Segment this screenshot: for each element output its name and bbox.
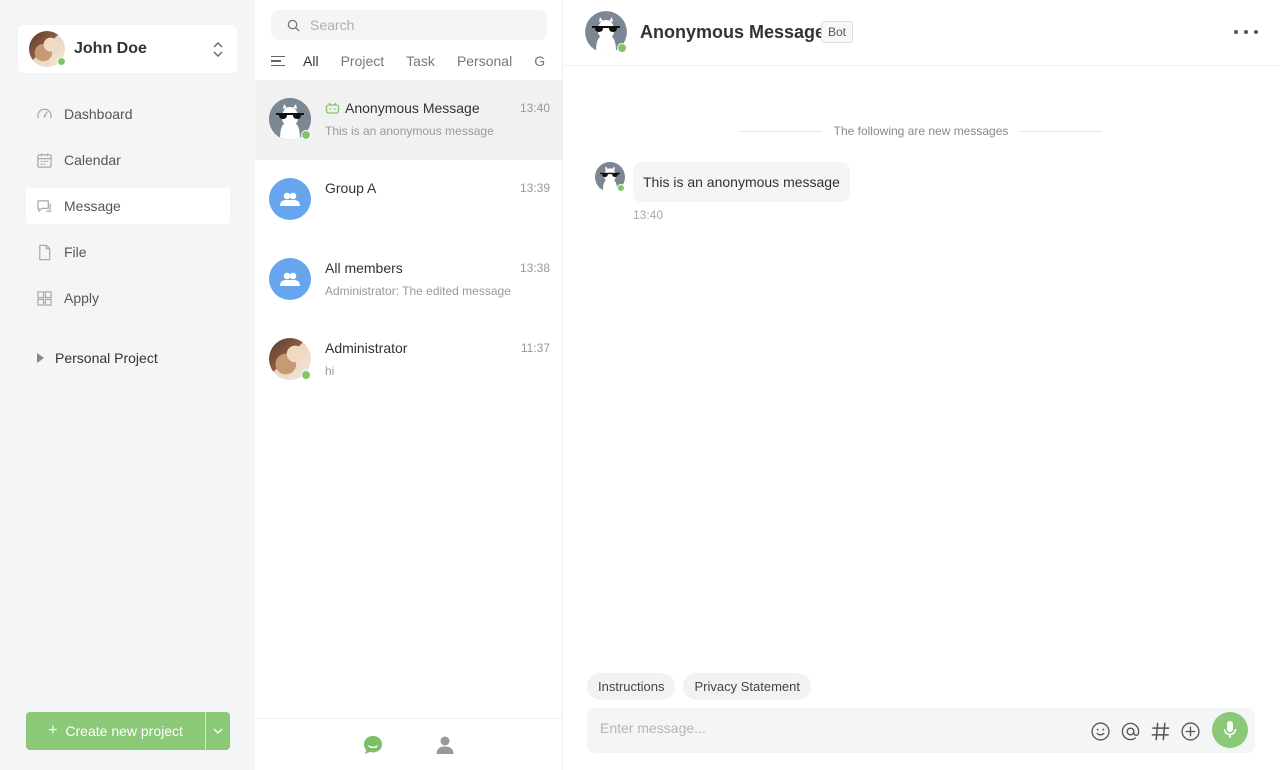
create-project-label: Create new project (65, 723, 183, 739)
search-icon (287, 19, 300, 32)
personal-project-toggle[interactable]: Personal Project (37, 350, 158, 366)
nav-item-message[interactable]: Message (26, 188, 230, 224)
nav-item-label: Message (64, 198, 121, 214)
online-status-dot (301, 130, 311, 140)
tab-all[interactable]: All (303, 53, 319, 69)
nav-item-dashboard[interactable]: Dashboard (26, 96, 230, 132)
instructions-button[interactable]: Instructions (587, 673, 676, 700)
file-icon (35, 243, 53, 261)
conversation-preview: hi (325, 364, 335, 378)
project-section-label: Personal Project (55, 350, 158, 366)
conversation-title-text: Administrator (325, 340, 408, 356)
plus-icon: + (48, 722, 58, 739)
emoji-icon[interactable] (1089, 720, 1111, 742)
tab-project[interactable]: Project (341, 53, 385, 69)
online-status-dot (617, 43, 627, 53)
calendar-icon (35, 151, 53, 169)
nav-item-calendar[interactable]: Calendar (26, 142, 230, 178)
more-dot (1244, 30, 1248, 34)
tab-group[interactable]: G (534, 53, 545, 69)
conversation-title-text: Anonymous Message (345, 100, 480, 116)
create-project-dropdown[interactable] (205, 712, 230, 750)
user-name: John Doe (74, 40, 147, 57)
tab-task[interactable]: Task (406, 53, 435, 69)
conversation-item[interactable]: All members 13:38 Administrator: The edi… (255, 240, 562, 320)
chevron-down-icon (213, 728, 223, 734)
nav-item-label: Dashboard (64, 106, 133, 122)
apps-icon (35, 289, 53, 307)
conversation-time: 13:40 (519, 101, 550, 115)
conversation-title-text: All members (325, 260, 403, 276)
contacts-icon[interactable] (434, 734, 456, 756)
list-footer (255, 718, 562, 770)
more-dot (1234, 30, 1238, 34)
voice-record-button[interactable] (1212, 712, 1248, 748)
message-input[interactable] (600, 720, 1070, 736)
main-nav: Dashboard Calendar Message File Apply (26, 96, 230, 326)
conversation-title-text: Group A (325, 180, 377, 196)
microphone-icon (1223, 721, 1237, 738)
conversation-time: 11:37 (520, 341, 550, 355)
nav-item-label: File (64, 244, 87, 260)
online-status-dot (301, 370, 311, 380)
caret-right-icon (37, 353, 44, 363)
message-text: This is an anonymous message (643, 174, 840, 190)
add-circle-icon[interactable] (1179, 720, 1201, 742)
chevron-updown-icon (212, 40, 224, 58)
tab-personal[interactable]: Personal (457, 53, 512, 69)
create-project-group: + Create new project (26, 712, 230, 750)
avatar (29, 31, 66, 67)
bot-icon (325, 102, 340, 114)
nav-item-apply[interactable]: Apply (26, 280, 230, 316)
mention-icon[interactable] (1119, 720, 1141, 742)
create-project-button[interactable]: + Create new project (26, 712, 205, 750)
conversation-filter-tabs: All Project Task Personal G (271, 50, 563, 72)
sidebar: John Doe Dashboard Calendar Message File… (0, 0, 255, 770)
conversation-title: Anonymous Message (325, 100, 480, 116)
online-status-dot (617, 184, 625, 192)
menu-icon[interactable] (271, 55, 285, 67)
conversation-title: Group A (325, 180, 376, 196)
group-icon (280, 272, 300, 286)
conversation-item[interactable]: Group A 13:39 (255, 160, 562, 240)
group-icon (280, 192, 300, 206)
dashboard-icon (35, 105, 53, 123)
chat-panel: Anonymous Message Bot The following are … (564, 0, 1280, 770)
bot-badge: Bot (821, 21, 854, 43)
more-options-button[interactable] (1234, 22, 1258, 42)
conversation-title: Administrator (325, 340, 407, 356)
conversation-item[interactable]: Administrator 11:37 hi (255, 320, 562, 400)
conversation-preview: Administrator: The edited message (325, 284, 511, 298)
conversation-time: 13:38 (519, 261, 550, 275)
more-dot (1254, 30, 1258, 34)
group-avatar (269, 178, 311, 220)
hashtag-icon[interactable] (1149, 720, 1171, 742)
quick-actions: Instructions Privacy Statement (587, 673, 811, 700)
chat-title: Anonymous Message (640, 22, 826, 42)
message-composer (587, 708, 1255, 753)
divider-line (1020, 130, 1103, 132)
conversation-preview: This is an anonymous message (325, 124, 494, 138)
online-status-dot (57, 57, 66, 66)
new-messages-divider: The following are new messages (740, 124, 1103, 138)
privacy-statement-button[interactable]: Privacy Statement (683, 673, 811, 700)
conversation-title: All members (325, 260, 403, 276)
user-switcher[interactable]: John Doe (18, 25, 237, 73)
search-input[interactable] (310, 17, 530, 33)
nav-item-file[interactable]: File (26, 234, 230, 270)
conversation-item[interactable]: Anonymous Message 13:40 This is an anony… (255, 80, 562, 160)
search-box (271, 10, 547, 40)
conversation-list-panel: All Project Task Personal G Anonymous Me… (255, 0, 563, 770)
group-avatar (269, 258, 311, 300)
nav-item-label: Calendar (64, 152, 121, 168)
message-bubble[interactable]: This is an anonymous message (633, 162, 850, 202)
conversation-time: 13:39 (519, 181, 550, 195)
chat-header: Anonymous Message Bot (564, 0, 1280, 66)
nav-item-label: Apply (64, 290, 100, 306)
message-time: 13:40 (633, 208, 664, 222)
divider-line (740, 130, 822, 132)
message-icon (35, 197, 53, 215)
new-messages-label: The following are new messages (833, 124, 1009, 138)
chat-bubble-icon[interactable] (362, 734, 384, 756)
